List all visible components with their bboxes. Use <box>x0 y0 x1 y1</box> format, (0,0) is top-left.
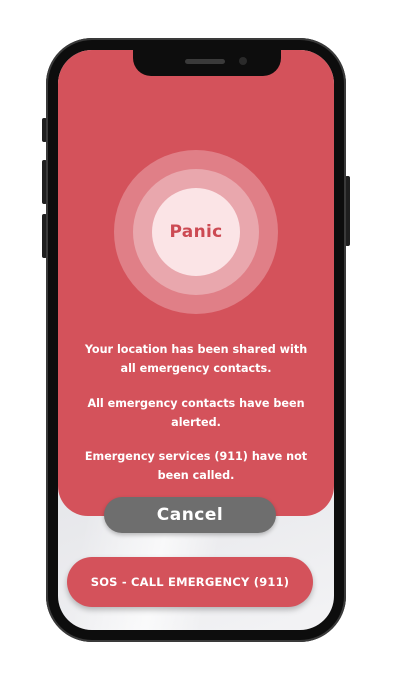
panic-title: Panic <box>169 222 223 242</box>
contacts-alerted-message: All emergency contacts have been alerted… <box>87 397 305 429</box>
front-camera-icon <box>239 57 247 65</box>
panic-indicator[interactable]: Panic <box>152 188 240 276</box>
panic-panel: Panic Your location has been shared with… <box>58 50 334 516</box>
notch <box>133 50 281 76</box>
emergency-services-message: Emergency services (911) have not been c… <box>84 450 308 482</box>
speaker-grille <box>185 59 225 64</box>
cancel-button[interactable]: Cancel <box>104 497 276 533</box>
phone-mockup: Panic Your location has been shared with… <box>0 0 402 673</box>
phone-screen: Panic Your location has been shared with… <box>58 50 334 630</box>
sos-call-emergency-button[interactable]: SOS - CALL EMERGENCY (911) <box>67 557 313 607</box>
location-shared-message: Your location has been shared with all e… <box>84 343 308 375</box>
phone-frame: Panic Your location has been shared with… <box>46 38 346 642</box>
